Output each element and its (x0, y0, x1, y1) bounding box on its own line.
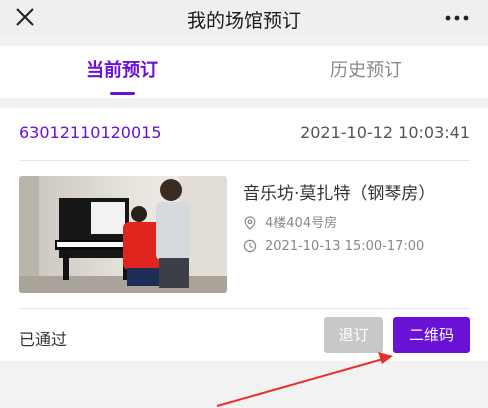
clock-icon (243, 239, 257, 253)
more-icon[interactable] (440, 5, 474, 29)
order-number: 63012110120015 (19, 123, 162, 142)
schedule-text: 2021-10-13 15:00-17:00 (265, 239, 425, 254)
location-row: 4楼404号房 (243, 212, 337, 231)
schedule-row: 2021-10-13 15:00-17:00 (243, 239, 424, 254)
order-created-time: 2021-10-12 10:03:41 (300, 123, 470, 142)
close-icon[interactable] (14, 6, 36, 28)
title-bar: 我的场馆预订 (0, 0, 488, 36)
location-pin-icon (244, 216, 256, 230)
tab-history-bookings[interactable]: 历史预订 (244, 46, 488, 98)
qr-code-button[interactable]: 二维码 (393, 317, 470, 353)
venue-name: 音乐坊·莫扎特（钢琴房） (243, 184, 436, 204)
tab-bar: 当前预订 历史预订 (0, 46, 488, 98)
booking-card[interactable]: 63012110120015 2021-10-12 10:03:41 音乐坊·莫… (0, 108, 488, 361)
tab-current-bookings[interactable]: 当前预订 (0, 46, 244, 98)
booking-status: 已通过 (19, 330, 68, 349)
cancel-booking-button[interactable]: 退订 (324, 317, 383, 353)
venue-photo[interactable] (19, 176, 227, 293)
divider (19, 160, 470, 161)
divider (19, 308, 470, 309)
page-title: 我的场馆预订 (186, 10, 301, 32)
active-tab-indicator (110, 92, 135, 95)
location-text: 4楼404号房 (265, 216, 338, 231)
